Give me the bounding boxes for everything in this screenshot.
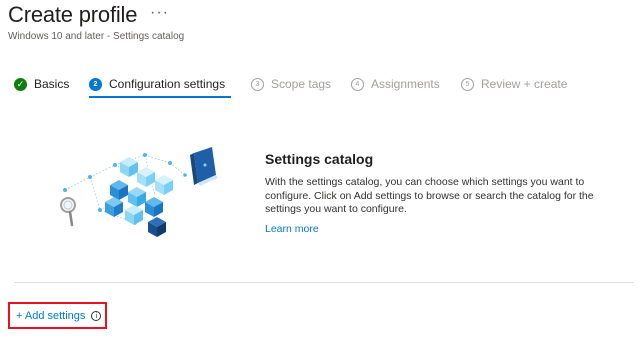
add-settings-button[interactable]: + Add settings i bbox=[16, 310, 102, 322]
step-label: Configuration settings bbox=[109, 77, 226, 91]
catalog-description: With the settings catalog, you can choos… bbox=[265, 176, 594, 215]
step-number: 5 bbox=[461, 77, 474, 91]
step-label: Basics bbox=[34, 77, 70, 91]
info-icon[interactable]: i bbox=[91, 311, 102, 321]
step-scope-tags[interactable]: 3 Scope tags bbox=[251, 73, 331, 95]
step-basics[interactable]: ✓ Basics bbox=[14, 73, 69, 95]
page-title: Create profile bbox=[8, 2, 138, 27]
step-assignments[interactable]: 4 Assignments bbox=[351, 73, 440, 95]
step-label: Scope tags bbox=[271, 77, 332, 91]
step-label: Review + create bbox=[481, 77, 568, 91]
section-divider bbox=[14, 282, 634, 283]
check-icon: ✓ bbox=[14, 77, 27, 91]
step-number: 3 bbox=[251, 77, 264, 91]
step-number: 2 bbox=[89, 77, 102, 91]
step-configuration-settings[interactable]: 2 Configuration settings bbox=[89, 73, 225, 95]
step-review-create[interactable]: 5 Review + create bbox=[461, 73, 567, 95]
step-number: 4 bbox=[351, 77, 364, 91]
active-step-underline bbox=[89, 96, 231, 98]
page-subtitle: Windows 10 and later - Settings catalog bbox=[8, 31, 185, 42]
more-options-button[interactable]: ··· bbox=[150, 4, 169, 22]
catalog-title: Settings catalog bbox=[265, 151, 374, 167]
add-settings-label: + Add settings bbox=[16, 310, 86, 322]
step-label: Assignments bbox=[371, 77, 440, 91]
learn-more-link[interactable]: Learn more bbox=[265, 223, 319, 235]
settings-catalog-illustration bbox=[60, 147, 218, 237]
